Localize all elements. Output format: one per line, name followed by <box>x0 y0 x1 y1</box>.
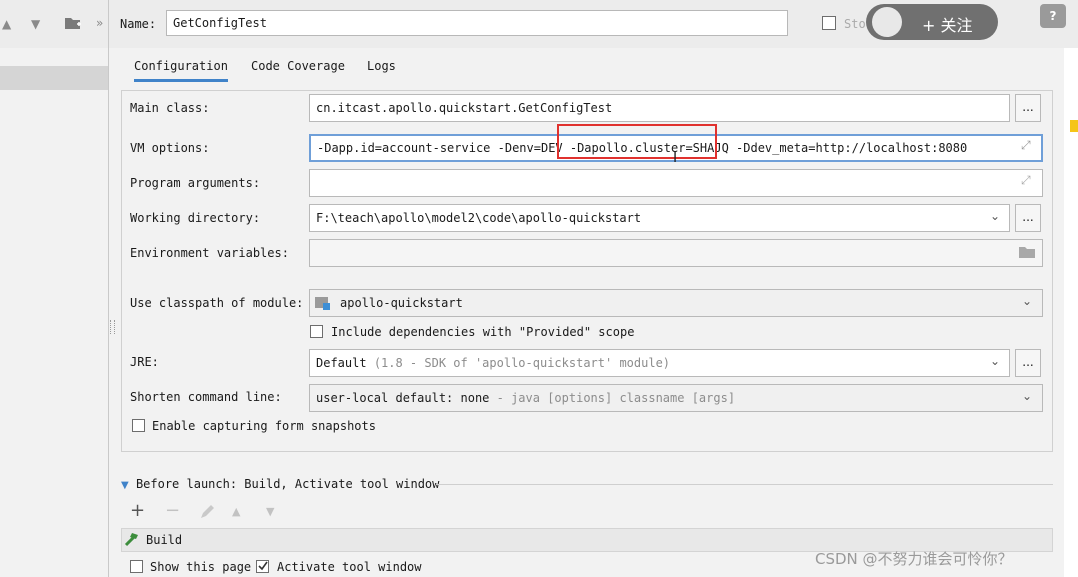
build-hammer-icon <box>124 531 142 550</box>
marker-strip <box>1070 120 1078 132</box>
splitter-grip[interactable] <box>110 320 115 334</box>
program-arguments-field[interactable] <box>309 169 1043 197</box>
jre-select[interactable]: Default (1.8 - SDK of 'apollo-quickstart… <box>309 349 1010 377</box>
move-task-up-icon[interactable]: ▲ <box>232 505 240 518</box>
enable-snapshots-checkbox[interactable] <box>132 419 145 432</box>
name-field[interactable]: GetConfigTest <box>166 10 788 36</box>
classpath-module-label: Use classpath of module: <box>130 296 304 310</box>
store-label: Sto <box>844 17 866 31</box>
tab-configuration[interactable]: Configuration <box>134 59 228 82</box>
expand-field-icon[interactable]: ⤢ <box>1021 138 1031 153</box>
folder-icon[interactable] <box>1018 245 1036 262</box>
main-class-field[interactable]: cn.itcast.apollo.quickstart.GetConfigTes… <box>309 94 1010 122</box>
expand-field-icon[interactable]: ⤢ <box>1021 173 1031 188</box>
divider <box>436 484 1053 485</box>
before-launch-title: Before launch: Build, Activate tool wind… <box>135 477 440 491</box>
store-as-project-file-checkbox[interactable] <box>822 16 836 30</box>
shorten-value: user-local default: none <box>316 391 490 405</box>
working-directory-field[interactable]: F:\teach\apollo\model2\code\apollo-quick… <box>309 204 1010 232</box>
module-icon <box>314 295 332 314</box>
main-class-browse-button[interactable]: ... <box>1015 94 1041 122</box>
shorten-command-line-label: Shorten command line: <box>130 390 282 404</box>
expand-more-icon[interactable]: » <box>96 16 103 30</box>
chevron-down-icon[interactable]: ⌄ <box>1022 294 1032 308</box>
chevron-down-icon[interactable]: ⌄ <box>990 209 1000 223</box>
follow-label: + 关注 <box>922 16 973 35</box>
working-directory-browse-button[interactable]: ... <box>1015 204 1041 232</box>
classpath-module-select[interactable]: apollo-quickstart <box>309 289 1043 317</box>
shorten-hint: - java [options] classname [args] <box>496 391 736 405</box>
program-arguments-label: Program arguments: <box>130 176 261 190</box>
show-this-page-checkbox[interactable] <box>130 560 143 573</box>
name-label: Name: <box>120 17 157 31</box>
shorten-command-line-select[interactable]: user-local default: none - java [options… <box>309 384 1043 412</box>
main-class-label: Main class: <box>130 101 210 115</box>
list-item[interactable]: Build <box>146 533 182 547</box>
text-cursor-icon: I <box>673 150 678 166</box>
avatar <box>872 7 902 37</box>
collapse-triangle-icon[interactable]: ▼ <box>121 480 129 491</box>
before-launch-header[interactable]: ▼ Before launch: Build, Activate tool wi… <box>121 477 439 491</box>
move-up-icon[interactable]: ▲ <box>2 17 11 31</box>
chevron-down-icon[interactable]: ⌄ <box>1022 389 1032 403</box>
show-this-page-label: Show this page <box>150 560 252 574</box>
activate-tool-window-checkbox[interactable] <box>256 560 269 573</box>
jre-label: JRE: <box>130 355 159 369</box>
activate-tool-window-label: Activate tool window <box>277 560 422 574</box>
tab-logs[interactable]: Logs <box>367 59 396 79</box>
tab-code-coverage[interactable]: Code Coverage <box>251 59 345 79</box>
working-directory-label: Working directory: <box>130 211 261 225</box>
include-dependencies-checkbox[interactable] <box>310 325 323 338</box>
enable-snapshots-label: Enable capturing form snapshots <box>152 419 376 433</box>
watermark: CSDN @不努力谁会可怜你？ <box>815 550 1013 568</box>
jre-value: Default <box>316 356 367 370</box>
jre-browse-button[interactable]: ... <box>1015 349 1041 377</box>
chevron-down-icon[interactable]: ⌄ <box>990 354 1000 368</box>
new-folder-icon[interactable] <box>64 15 82 35</box>
highlight-annotation <box>557 124 717 159</box>
follow-badge[interactable]: + 关注 <box>866 4 998 40</box>
help-button[interactable]: ? <box>1040 4 1066 28</box>
vm-options-label: VM options: <box>130 141 210 155</box>
splitter[interactable] <box>108 0 109 577</box>
move-task-down-icon[interactable]: ▼ <box>266 505 274 518</box>
environment-variables-field[interactable] <box>309 239 1043 267</box>
add-task-icon[interactable]: + <box>130 500 145 521</box>
environment-variables-label: Environment variables: <box>130 246 289 260</box>
edit-task-icon[interactable] <box>198 503 216 524</box>
move-down-icon[interactable]: ▼ <box>31 17 40 31</box>
include-dependencies-label: Include dependencies with "Provided" sco… <box>331 325 635 339</box>
tree-selected-item[interactable] <box>0 66 108 90</box>
jre-hint: (1.8 - SDK of 'apollo-quickstart' module… <box>373 356 671 370</box>
remove-task-icon[interactable]: − <box>165 500 180 521</box>
